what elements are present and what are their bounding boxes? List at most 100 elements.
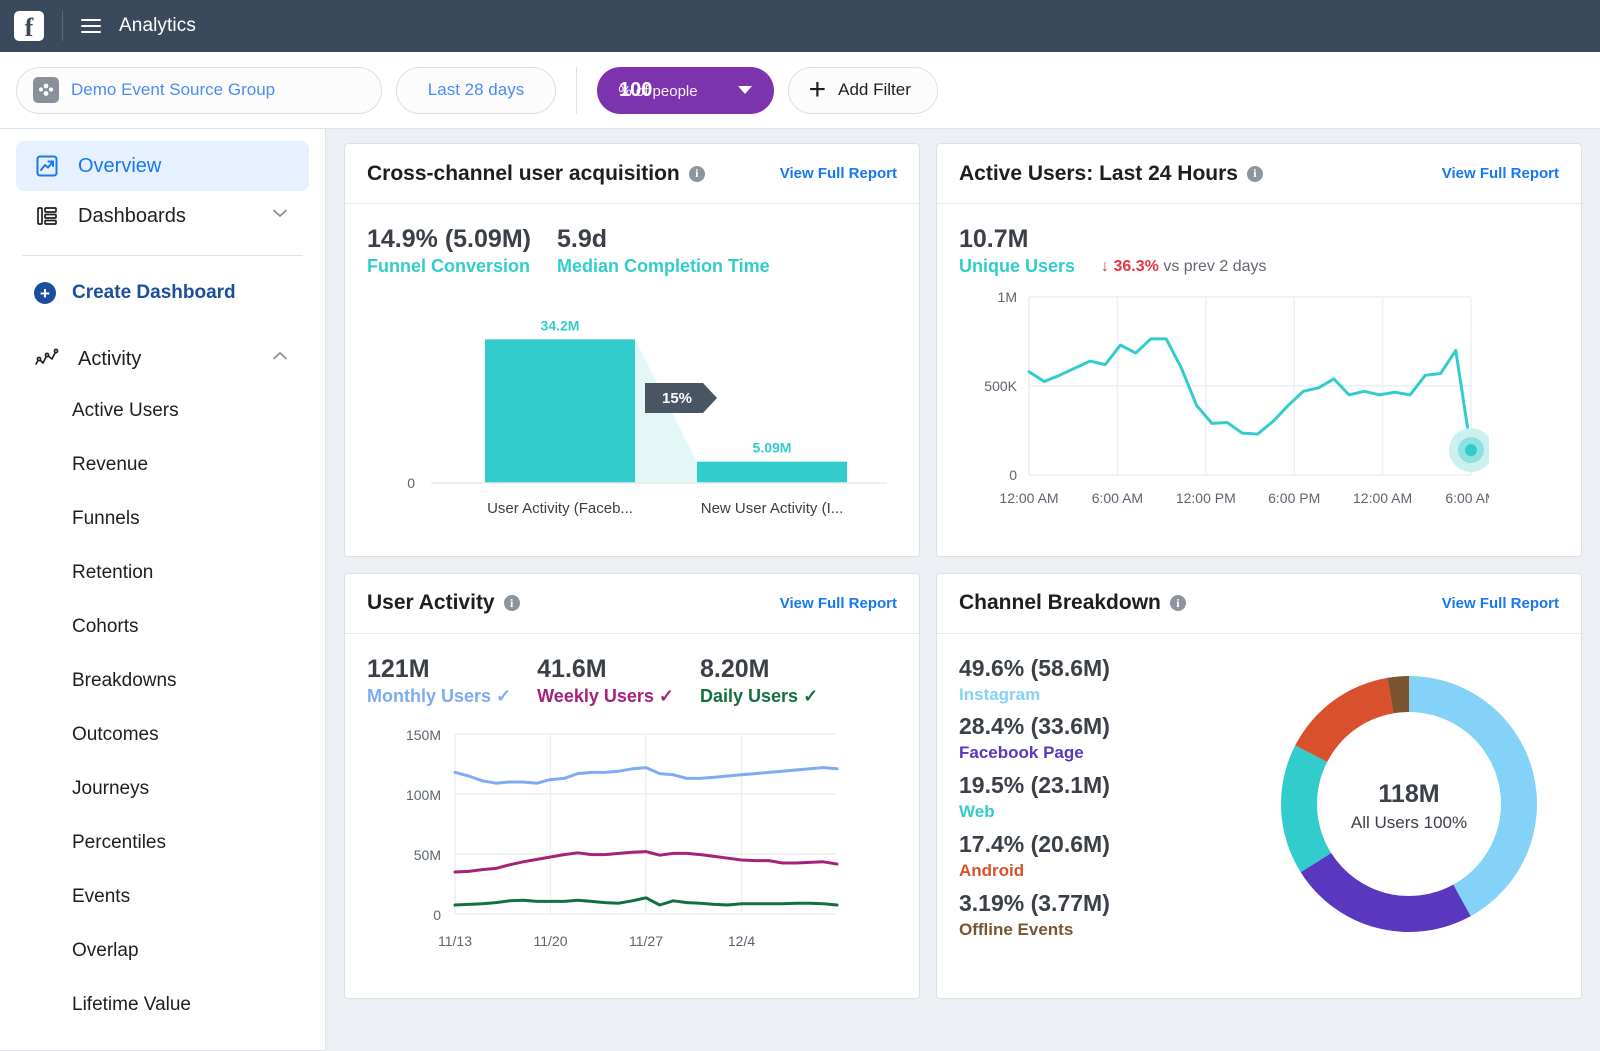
y-axis-tick-label: 150M xyxy=(406,727,441,743)
channel-legend-item[interactable]: 17.4% (20.6M)Android xyxy=(959,830,1259,883)
channel-legend-item[interactable]: 28.4% (33.6M)Facebook Page xyxy=(959,712,1259,765)
card-title-text: Active Users: Last 24 Hours xyxy=(959,162,1238,186)
donut-chart-wrapper: 118MAll Users 100% xyxy=(1259,654,1559,954)
sidebar-item-breakdowns[interactable]: Breakdowns xyxy=(0,654,325,708)
sidebar-item-lifetime-value[interactable]: Lifetime Value xyxy=(0,978,325,1032)
card-body: 121M Monthly Users ✓ 41.6M Weekly Users … xyxy=(345,634,919,999)
facebook-logo-icon[interactable]: f xyxy=(14,11,44,41)
metric-value: 121M xyxy=(367,654,511,685)
channel-legend-item[interactable]: 19.5% (23.1M)Web xyxy=(959,771,1259,824)
info-icon[interactable]: i xyxy=(1170,595,1186,611)
delta-percent: 36.3% xyxy=(1114,258,1159,275)
percent-of-people-selector[interactable]: 100% of people xyxy=(597,67,774,114)
donut-center-subtitle: All Users 100% xyxy=(1351,813,1467,832)
metric-daily-users[interactable]: 8.20M Daily Users ✓ xyxy=(700,654,818,709)
plus-icon: + xyxy=(809,75,827,105)
card-header: Active Users: Last 24 Hours i View Full … xyxy=(937,144,1581,204)
sidebar-item-label: Journeys xyxy=(72,778,149,800)
metric-label: Funnel Conversion xyxy=(367,255,531,278)
sidebar-item-funnels[interactable]: Funnels xyxy=(0,492,325,546)
sidebar-item-label: Lifetime Value xyxy=(72,994,191,1016)
sidebar-item-active-users[interactable]: Active Users xyxy=(0,384,325,438)
card-title-text: Channel Breakdown xyxy=(959,591,1161,615)
sidebar-item-dashboards[interactable]: Dashboards xyxy=(16,191,309,241)
sidebar-item-overlap[interactable]: Overlap xyxy=(0,924,325,978)
user-activity-line-chart: 150M100M50M011/1311/2011/2712/4 xyxy=(367,714,897,979)
view-full-report-link[interactable]: View Full Report xyxy=(780,165,897,182)
channel-value: 28.4% (33.6M) xyxy=(959,712,1259,742)
x-axis-tick-label: 12:00 PM xyxy=(1176,490,1236,506)
dashboard-grid: Cross-channel user acquisition i View Fu… xyxy=(326,129,1600,1051)
funnel-bar[interactable] xyxy=(485,339,635,483)
sidebar-item-label: Events xyxy=(72,886,130,908)
metric-label: Unique Users xyxy=(959,255,1075,278)
event-source-group-selector[interactable]: Demo Event Source Group xyxy=(16,67,382,114)
channel-legend-item[interactable]: 3.19% (3.77M)Offline Events xyxy=(959,889,1259,942)
date-range-selector[interactable]: Last 28 days xyxy=(396,67,556,114)
sidebar-item-label: Outcomes xyxy=(72,724,159,746)
sidebar-item-percentiles[interactable]: Percentiles xyxy=(0,816,325,870)
metric-value: 5.9d xyxy=(557,224,770,255)
channel-legend-item[interactable]: 49.6% (58.6M)Instagram xyxy=(959,654,1259,707)
x-axis-tick-label: 12:00 AM xyxy=(1353,490,1412,506)
sidebar-item-overview[interactable]: Overview xyxy=(16,141,309,191)
y-axis-tick-label: 0 xyxy=(433,907,441,923)
sidebar-item-activity[interactable]: Activity xyxy=(16,334,309,384)
add-filter-button[interactable]: + Add Filter xyxy=(788,67,938,114)
check-icon[interactable]: ✓ xyxy=(803,686,818,706)
donut-segment-web[interactable] xyxy=(1281,745,1331,872)
metric-monthly-users[interactable]: 121M Monthly Users ✓ xyxy=(367,654,511,709)
info-icon[interactable]: i xyxy=(689,166,705,182)
channel-breakdown-donut-chart: 118MAll Users 100% xyxy=(1259,654,1559,954)
sidebar-item-journeys[interactable]: Journeys xyxy=(0,762,325,816)
sidebar-item-events[interactable]: Events xyxy=(0,870,325,924)
donut-segment-android[interactable] xyxy=(1295,677,1393,761)
funnel-bar[interactable] xyxy=(697,461,847,482)
check-icon[interactable]: ✓ xyxy=(496,686,511,706)
event-source-group-label: Demo Event Source Group xyxy=(71,80,275,100)
card-body: 10.7M Unique Users ↓ 36.3% vs prev 2 day… xyxy=(937,204,1581,556)
create-dashboard-button[interactable]: + Create Dashboard xyxy=(16,270,309,316)
metric-label: Weekly Users ✓ xyxy=(537,685,674,708)
sidebar-item-retention[interactable]: Retention xyxy=(0,546,325,600)
channel-value: 49.6% (58.6M) xyxy=(959,654,1259,684)
percent-suffix: % of people xyxy=(618,83,697,100)
view-full-report-link[interactable]: View Full Report xyxy=(780,595,897,612)
channel-name: Offline Events xyxy=(959,919,1259,942)
x-axis-tick-label: 12/4 xyxy=(728,933,755,949)
metric-weekly-users[interactable]: 41.6M Weekly Users ✓ xyxy=(537,654,674,709)
active-users-line-series xyxy=(1029,338,1471,449)
app-header: f Analytics xyxy=(0,0,1600,52)
sidebar-item-outcomes[interactable]: Outcomes xyxy=(0,708,325,762)
y-axis-tick-label: 500K xyxy=(984,378,1017,394)
metric-label: Monthly Users ✓ xyxy=(367,685,511,708)
sidebar-item-cohorts[interactable]: Cohorts xyxy=(0,600,325,654)
activity-line-icon xyxy=(34,346,60,372)
sidebar-item-revenue[interactable]: Revenue xyxy=(0,438,325,492)
people-group-icon xyxy=(33,77,59,103)
check-icon[interactable]: ✓ xyxy=(659,686,674,706)
view-full-report-link[interactable]: View Full Report xyxy=(1442,595,1559,612)
sidebar: Overview Dashboards + Create Dashboard xyxy=(0,129,326,1051)
chevron-down-icon[interactable] xyxy=(269,202,291,230)
sidebar-item-label: Breakdowns xyxy=(72,670,177,692)
channel-name: Web xyxy=(959,801,1259,824)
funnel-bar-value-label: 5.09M xyxy=(753,439,792,455)
channel-value: 17.4% (20.6M) xyxy=(959,830,1259,860)
y-axis-tick-label: 1M xyxy=(998,289,1017,305)
donut-segment-facebook-page[interactable] xyxy=(1301,853,1471,932)
hamburger-menu-icon[interactable] xyxy=(81,19,101,33)
sidebar-item-label: Activity xyxy=(78,348,141,371)
info-icon[interactable]: i xyxy=(504,595,520,611)
y-axis-tick-label: 0 xyxy=(1009,467,1017,483)
channel-value: 3.19% (3.77M) xyxy=(959,889,1259,919)
info-icon[interactable]: i xyxy=(1247,166,1263,182)
card-header: User Activity i View Full Report xyxy=(345,574,919,634)
sidebar-item-label: Overview xyxy=(78,155,161,178)
chevron-up-icon[interactable] xyxy=(269,345,291,373)
view-full-report-link[interactable]: View Full Report xyxy=(1442,165,1559,182)
metrics-row: 10.7M Unique Users ↓ 36.3% vs prev 2 day… xyxy=(959,224,1559,279)
y-axis-tick-label: 50M xyxy=(414,847,441,863)
metric-label: Daily Users ✓ xyxy=(700,685,818,708)
y-axis-tick-label: 100M xyxy=(406,787,441,803)
